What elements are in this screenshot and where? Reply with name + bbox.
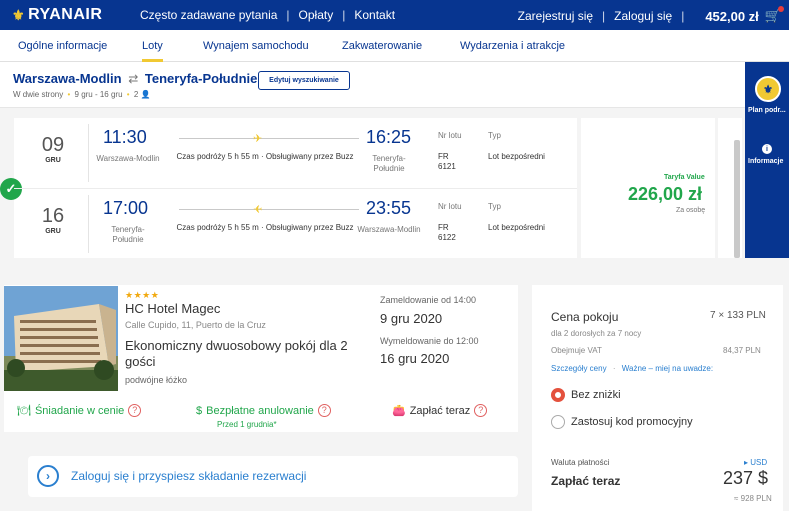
chevron-right-icon[interactable]: › <box>37 465 59 487</box>
stay-details: dla 2 dorosłych za 7 nocy <box>551 329 642 338</box>
currency-label: Waluta płatności <box>551 458 610 467</box>
person-icon: 👤 <box>140 90 151 99</box>
wallet-icon: 👛 <box>392 405 406 417</box>
currency-selector[interactable]: ▸ USD <box>744 458 767 467</box>
side-panel: ⚜ Plan podr... i Informacje <box>745 62 789 258</box>
register-link[interactable]: Zarejestruj się <box>518 9 593 23</box>
arrival-time: 16:25 <box>366 127 412 147</box>
perk-free-cancel: $ Bezpłatne anulowanie ? <box>196 404 331 417</box>
nightly-rate: 7 × 133 PLN <box>710 310 766 321</box>
plane-icon: ✈ <box>253 204 263 216</box>
logo-text: RYANAIR <box>28 6 103 23</box>
edit-search-button[interactable]: Edytuj wyszukiwanie <box>258 71 350 90</box>
help-icon[interactable]: ? <box>317 404 331 417</box>
vat-value: 84,37 PLN <box>723 346 761 355</box>
cancel-deadline: Przed 1 grudnia* <box>217 420 277 429</box>
top-bar: ⚜ RYANAIR Często zadawane pytania | Opła… <box>0 0 789 30</box>
flight-duration: Czas podróży 5 h 55 m · Obsługiwany prze… <box>176 152 354 161</box>
flight-number: FR 6121 <box>438 152 456 171</box>
radio-unselected[interactable] <box>551 415 565 429</box>
help-icon[interactable]: ? <box>474 404 488 417</box>
arrival-time: 23:55 <box>366 198 412 218</box>
price-links: Szczegóły ceny · Ważne – miej na uwadze: <box>551 364 714 373</box>
hotel-photo[interactable] <box>4 286 118 391</box>
origin-city: Warszawa-Modlin <box>13 71 122 86</box>
room-name: Ekonomiczny dwuosobowy pokój dla 2 gości <box>125 338 348 369</box>
tab-accommodation[interactable]: Zakwaterowanie <box>342 40 422 52</box>
checkout-date: 16 gru 2020 <box>380 351 450 366</box>
checkout-label: Wymeldowanie do 12:00 <box>380 336 479 346</box>
round-trip-icon: ⇄ <box>128 72 139 86</box>
fees-link[interactable]: Opłaty <box>299 8 334 22</box>
ryanair-logo[interactable]: ⚜ RYANAIR <box>12 6 102 24</box>
harp-icon: ⚜ <box>12 6 26 23</box>
faq-link[interactable]: Często zadawane pytania <box>140 8 277 22</box>
basket-total[interactable]: 452,00 zł <box>705 9 759 24</box>
info-label[interactable]: Informacje <box>748 158 783 165</box>
date-box: 09 GRU <box>41 134 65 164</box>
checkin-date: 9 gru 2020 <box>380 311 443 326</box>
radio-selected[interactable] <box>551 388 565 402</box>
contact-link[interactable]: Kontakt <box>354 8 395 22</box>
account-area: Zarejestruj się | Zaloguj się | 452,00 z… <box>518 6 784 24</box>
fare-per-person: Za osobę <box>676 207 706 214</box>
tab-events[interactable]: Wydarzenia i atrakcje <box>460 40 565 52</box>
arrival-city: Teneryfa-Południe <box>372 154 406 173</box>
room-price-title: Cena pokoju <box>551 310 619 324</box>
vat-label: Obejmuje VAT <box>551 346 602 355</box>
flight-duration: Czas podróży 5 h 55 m · Obsługiwany prze… <box>176 223 354 232</box>
perk-pay-now: 👛 Zapłać teraz ? <box>392 404 488 417</box>
top-nav: Często zadawane pytania | Opłaty | Konta… <box>140 8 396 22</box>
flight-type: Lot bezpośredni <box>488 152 545 161</box>
plan-label[interactable]: Plan podr... <box>748 107 786 114</box>
fare-name: Taryfa Value <box>664 174 705 181</box>
login-banner-text[interactable]: Zaloguj się i przyspiesz składanie rezer… <box>71 469 306 483</box>
info-icon[interactable]: i <box>762 144 772 154</box>
arrival-city: Warszawa-Modlin <box>357 225 421 234</box>
tab-flights[interactable]: Loty <box>142 40 163 62</box>
total-price: 237 $ <box>723 468 769 488</box>
important-info-link[interactable]: Ważne – miej na uwadze: <box>622 364 713 373</box>
pay-now-label: Zapłać teraz <box>551 474 621 488</box>
route-title: Warszawa-Modlin ⇄ Teneryfa-Południe <box>13 71 257 86</box>
fare-price: 226,00 zł <box>628 184 703 204</box>
price-details-link[interactable]: Szczegóły ceny <box>551 364 607 373</box>
outbound-flight-row: 09 GRU 11:30 Warszawa-Modlin ✈ Czas podr… <box>14 118 577 188</box>
option-promo-code[interactable]: Zastosuj kod promocyjny <box>551 415 693 429</box>
tab-general-info[interactable]: Ogólne informacje <box>18 40 107 52</box>
route-summary: W dwie strony • 9 gru - 16 gru • 2 👤 <box>13 90 151 99</box>
help-icon[interactable]: ? <box>128 404 142 417</box>
refund-icon: $ <box>196 404 203 417</box>
cart-icon[interactable]: 🛒 <box>765 6 784 24</box>
login-link[interactable]: Zaloguj się <box>614 9 672 23</box>
route-header: Warszawa-Modlin ⇄ Teneryfa-Południe Edyt… <box>0 62 745 108</box>
perk-breakfast: 🍽 Śniadanie w cenie ? <box>17 404 142 417</box>
departure-time: 11:30 <box>103 127 147 147</box>
plan-trip-icon[interactable]: ⚜ <box>755 76 781 102</box>
flight-type: Lot bezpośredni <box>488 223 545 232</box>
hotel-name[interactable]: HC Hotel Magec <box>125 301 220 316</box>
bed-type: podwójne łóżko <box>125 375 188 385</box>
section-tabs: Ogólne informacje Loty Wynajem samochodu… <box>0 30 789 62</box>
plane-icon: ✈ <box>253 133 263 145</box>
converted-price: ≈ 928 PLN <box>734 494 772 503</box>
destination-city: Teneryfa-Południe <box>144 71 258 86</box>
hotel-address: Calle Cupido, 11, Puerto de la Cruz <box>125 320 266 330</box>
option-no-discount[interactable]: Bez zniżki <box>551 388 621 402</box>
checkin-label: Zameldowanie od 14:00 <box>380 295 477 305</box>
tab-car-rental[interactable]: Wynajem samochodu <box>203 40 309 52</box>
departure-city: Teneryfa-Południe <box>111 225 145 244</box>
departure-city: Warszawa-Modlin <box>96 154 160 163</box>
hotel-stars: ★★★★ <box>125 290 160 300</box>
scrollbar[interactable] <box>734 140 740 258</box>
caret-icon: ▸ <box>744 458 749 467</box>
return-flight-row: 16 GRU 17:00 Teneryfa-Południe ✈ Czas po… <box>14 188 577 258</box>
flight-number: FR 6122 <box>438 223 456 242</box>
cutlery-icon: 🍽 <box>17 405 31 417</box>
date-box: 16 GRU <box>41 205 65 235</box>
departure-time: 17:00 <box>103 198 149 218</box>
